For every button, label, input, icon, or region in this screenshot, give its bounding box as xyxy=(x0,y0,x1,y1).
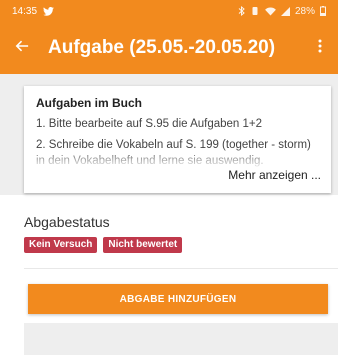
twitter-icon xyxy=(43,6,54,16)
status-badges: Kein Versuch Nicht bewertet xyxy=(24,237,183,253)
signal-icon xyxy=(280,6,290,16)
status-bar: 14:35 28% xyxy=(0,0,338,22)
wifi-icon xyxy=(265,6,276,16)
arrow-left-icon xyxy=(15,39,29,58)
bottom-panel xyxy=(24,323,338,355)
back-button[interactable] xyxy=(0,22,44,74)
status-label: Abgabestatus xyxy=(24,214,110,230)
task-heading: Aufgaben im Buch xyxy=(36,96,143,110)
submission-status: Abgabestatus Kein Versuch Nicht bewertet xyxy=(24,214,183,253)
bluetooth-icon xyxy=(238,6,245,16)
description-pane: Aufgaben im Buch 1. Bitte bearbeite auf … xyxy=(0,74,338,195)
vibrate-icon xyxy=(250,6,260,16)
divider xyxy=(24,268,338,269)
show-more-button[interactable]: Mehr anzeigen ... xyxy=(228,168,321,182)
task-line: 1. Bitte bearbeite auf S.95 die Aufgaben… xyxy=(36,118,263,130)
status-time: 14:35 xyxy=(12,5,38,17)
status-badge: Nicht bewertet xyxy=(103,237,183,253)
overflow-menu-button[interactable] xyxy=(302,22,338,74)
add-submission-button[interactable]: ABGABE HINZUFÜGEN xyxy=(28,284,328,314)
more-vert-icon xyxy=(318,39,322,58)
app-bar: Aufgabe (25.05.-20.05.20) xyxy=(0,22,338,74)
status-badge: Kein Versuch xyxy=(24,237,98,253)
task-card: Aufgaben im Buch 1. Bitte bearbeite auf … xyxy=(24,86,331,193)
battery-text: 28% xyxy=(294,5,315,17)
battery-icon xyxy=(320,6,326,16)
page-title: Aufgabe (25.05.-20.05.20) xyxy=(48,37,276,58)
